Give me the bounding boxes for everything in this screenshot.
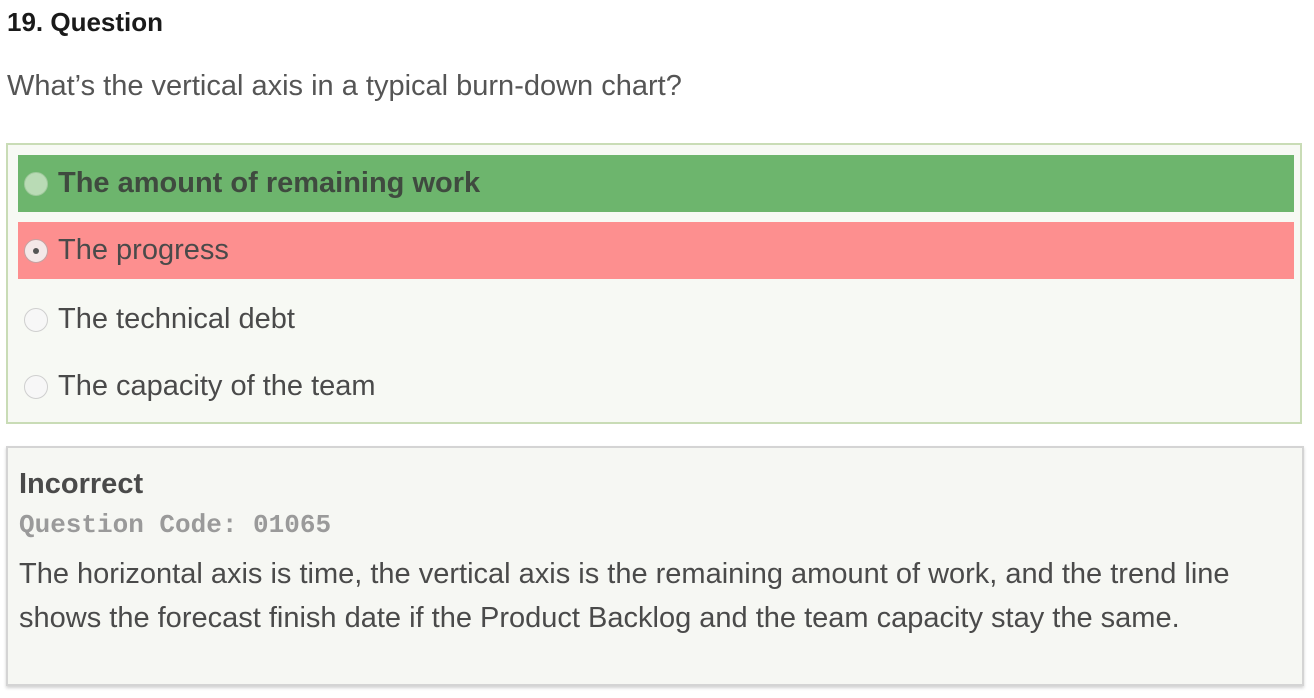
radio-button[interactable] xyxy=(24,171,48,196)
option-label: The capacity of the team xyxy=(58,370,376,402)
option-label: The progress xyxy=(58,234,229,266)
option-label: The technical debt xyxy=(58,303,295,335)
radio-dot-icon xyxy=(33,247,39,254)
radio-button[interactable] xyxy=(24,374,48,399)
feedback-panel: Incorrect Question Code: 01065 The horiz… xyxy=(6,446,1304,686)
question-text: What’s the vertical axis in a typical bu… xyxy=(7,70,682,102)
radio-button-selected[interactable] xyxy=(24,238,48,263)
feedback-explanation: The horizontal axis is time, the vertica… xyxy=(19,558,1230,634)
question-code: Question Code: 01065 xyxy=(19,510,332,540)
option-answer[interactable]: The capacity of the team xyxy=(18,358,1294,415)
option-label: The amount of remaining work xyxy=(58,167,481,199)
answer-options: The amount of remaining work The progres… xyxy=(6,143,1302,424)
option-selected-wrong-answer[interactable]: The progress xyxy=(18,222,1294,279)
feedback-status: Incorrect xyxy=(19,468,144,500)
quiz-page: 19. Question What’s the vertical axis in… xyxy=(0,0,1314,698)
question-title: 19. Question xyxy=(7,7,164,37)
radio-button[interactable] xyxy=(24,307,48,332)
option-answer[interactable]: The technical debt xyxy=(18,291,1294,348)
option-correct-answer[interactable]: The amount of remaining work xyxy=(18,155,1294,212)
